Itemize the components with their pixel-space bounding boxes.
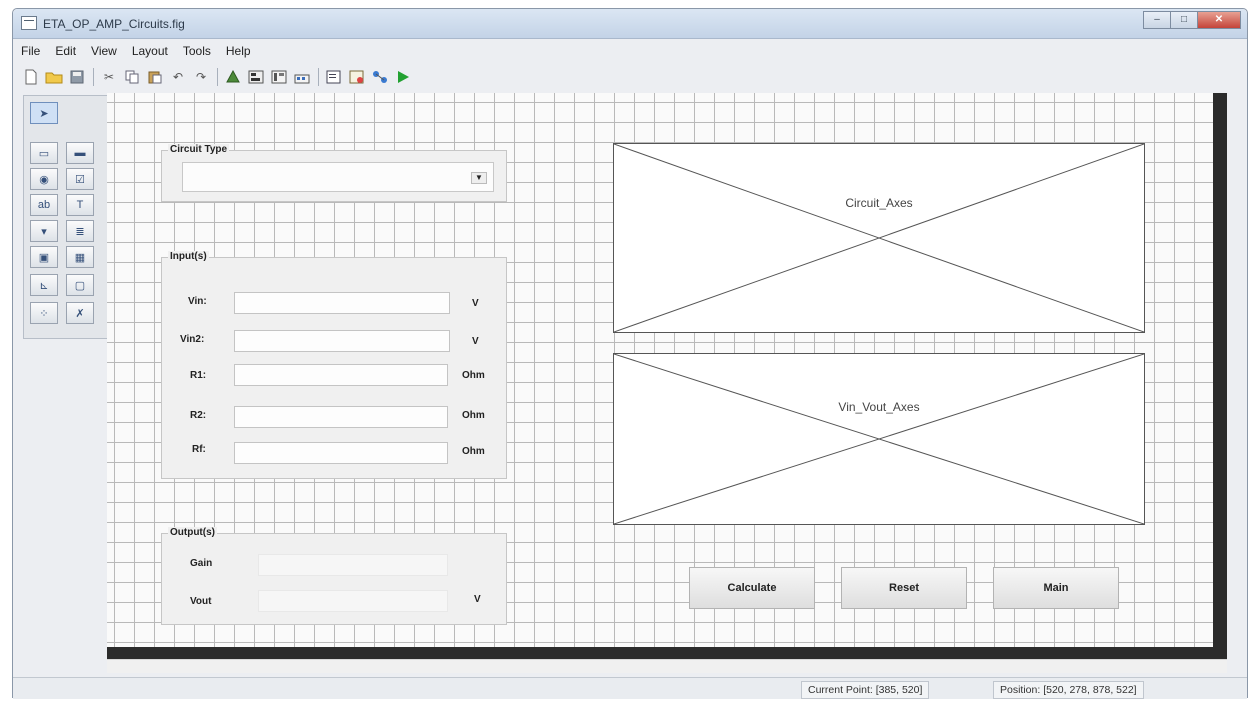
- chevron-down-icon: ▼: [471, 172, 487, 184]
- inputs-panel: Input(s) Vin: V Vin2: V R1: Ohm R2: Ohm …: [161, 251, 507, 479]
- inputs-title: Input(s): [168, 251, 209, 262]
- open-folder-icon[interactable]: [44, 68, 64, 86]
- vout-unit: V: [474, 594, 481, 605]
- toolbar-separator: [217, 68, 218, 86]
- redo-icon[interactable]: ↷: [191, 68, 211, 86]
- vin2-field[interactable]: [234, 330, 450, 352]
- toolbar: ✂ ↶ ↷: [21, 65, 416, 89]
- copy-icon[interactable]: [122, 68, 142, 86]
- menu-editor-icon[interactable]: [246, 68, 266, 86]
- menu-edit[interactable]: Edit: [47, 42, 83, 62]
- layout-canvas[interactable]: Circuit Type ▼ Input(s) Vin: V Vin2: V R…: [107, 93, 1227, 659]
- menu-file[interactable]: File: [13, 42, 47, 62]
- gain-label: Gain: [190, 558, 213, 569]
- minimize-button[interactable]: –: [1143, 11, 1170, 29]
- main-button[interactable]: Main: [993, 567, 1119, 609]
- popup-menu-icon[interactable]: ▾: [30, 220, 58, 242]
- toolbar-separator: [318, 68, 319, 86]
- slider-icon[interactable]: ▬: [66, 142, 94, 164]
- table-icon[interactable]: ▦: [66, 246, 94, 268]
- title-bar: ETA_OP_AMP_Circuits.fig – □ ✕: [13, 9, 1247, 39]
- reset-button[interactable]: Reset: [841, 567, 967, 609]
- toggle-button-icon[interactable]: ▣: [30, 246, 58, 268]
- guide-window: ETA_OP_AMP_Circuits.fig – □ ✕ File Edit …: [12, 8, 1248, 699]
- checkbox-icon[interactable]: ☑: [66, 168, 94, 190]
- rf-label: Rf:: [192, 444, 206, 455]
- menu-view[interactable]: View: [83, 42, 124, 62]
- canvas-bottom-edge[interactable]: [107, 647, 1227, 659]
- static-text-icon[interactable]: T: [66, 194, 94, 216]
- menu-tools[interactable]: Tools: [175, 42, 218, 62]
- axes-icon[interactable]: ⊾: [30, 274, 58, 296]
- undo-icon[interactable]: ↶: [168, 68, 188, 86]
- vout-label: Vout: [190, 596, 212, 607]
- rf-field[interactable]: [234, 442, 448, 464]
- horizontal-scrollbar[interactable]: [107, 659, 1227, 673]
- toolbar-editor-icon[interactable]: [292, 68, 312, 86]
- outputs-title: Output(s): [168, 527, 217, 538]
- menu-layout[interactable]: Layout: [124, 42, 175, 62]
- menu-bar: File Edit View Layout Tools Help: [13, 42, 258, 62]
- calculate-button[interactable]: Calculate: [689, 567, 815, 609]
- r1-unit: Ohm: [462, 370, 485, 381]
- radio-button-icon[interactable]: ◉: [30, 168, 58, 190]
- vin-label: Vin:: [188, 296, 207, 307]
- vin2-label: Vin2:: [180, 334, 205, 345]
- select-arrow-icon[interactable]: ➤: [30, 102, 58, 124]
- outputs-panel: Output(s) Gain Vout V: [161, 527, 507, 625]
- r2-label: R2:: [190, 410, 207, 421]
- maximize-button[interactable]: □: [1170, 11, 1197, 29]
- vin-unit: V: [472, 298, 479, 309]
- axes-placeholder-cross: [614, 144, 1144, 332]
- push-button-icon[interactable]: ▭: [30, 142, 58, 164]
- circuit-type-popup[interactable]: ▼: [182, 162, 494, 192]
- listbox-icon[interactable]: ≣: [66, 220, 94, 242]
- save-icon[interactable]: [67, 68, 87, 86]
- circuit-axes[interactable]: Circuit_Axes: [613, 143, 1145, 333]
- object-browser-icon[interactable]: [370, 68, 390, 86]
- vin-vout-axes[interactable]: Vin_Vout_Axes: [613, 353, 1145, 525]
- toolbar-separator: [93, 68, 94, 86]
- r2-unit: Ohm: [462, 410, 485, 421]
- run-figure-icon[interactable]: [393, 68, 413, 86]
- window-title: ETA_OP_AMP_Circuits.fig: [43, 17, 185, 31]
- circuit-type-title: Circuit Type: [168, 144, 230, 155]
- paste-icon[interactable]: [145, 68, 165, 86]
- rf-unit: Ohm: [462, 446, 485, 457]
- vin2-unit: V: [472, 336, 479, 347]
- position-status: Position: [520, 278, 878, 522]: [993, 681, 1144, 699]
- property-inspector-icon[interactable]: [347, 68, 367, 86]
- cut-icon[interactable]: ✂: [99, 68, 119, 86]
- vin-field[interactable]: [234, 292, 450, 314]
- vin-vout-axes-label: Vin_Vout_Axes: [838, 400, 920, 414]
- canvas-right-edge: [1213, 93, 1227, 659]
- figure-app-icon: [21, 16, 37, 30]
- close-button[interactable]: ✕: [1197, 11, 1241, 29]
- button-group-icon[interactable]: ⁘: [30, 302, 58, 324]
- r2-field[interactable]: [234, 406, 448, 428]
- panel-icon[interactable]: ▢: [66, 274, 94, 296]
- activex-control-icon[interactable]: ✗: [66, 302, 94, 324]
- circuit-type-panel: Circuit Type ▼: [161, 144, 507, 202]
- new-file-icon[interactable]: [21, 68, 41, 86]
- circuit-axes-label: Circuit_Axes: [845, 196, 913, 210]
- menu-help[interactable]: Help: [218, 42, 258, 62]
- vout-output: [258, 590, 448, 612]
- component-palette: ➤ ▭ ▬ ◉ ☑ ab T ▾ ≣ ▣ ▦ ⊾ ▢ ⁘ ✗: [23, 95, 109, 339]
- status-bar: Current Point: [385, 520] Position: [520…: [13, 677, 1247, 699]
- editor-icon[interactable]: [324, 68, 344, 86]
- current-point-status: Current Point: [385, 520]: [801, 681, 930, 699]
- edit-text-icon[interactable]: ab: [30, 194, 58, 216]
- align-objects-icon[interactable]: [223, 68, 243, 86]
- r1-label: R1:: [190, 370, 207, 381]
- tab-order-editor-icon[interactable]: [269, 68, 289, 86]
- gain-output: [258, 554, 448, 576]
- r1-field[interactable]: [234, 364, 448, 386]
- axes-placeholder-cross: [614, 354, 1144, 524]
- window-controls: – □ ✕: [1143, 11, 1241, 31]
